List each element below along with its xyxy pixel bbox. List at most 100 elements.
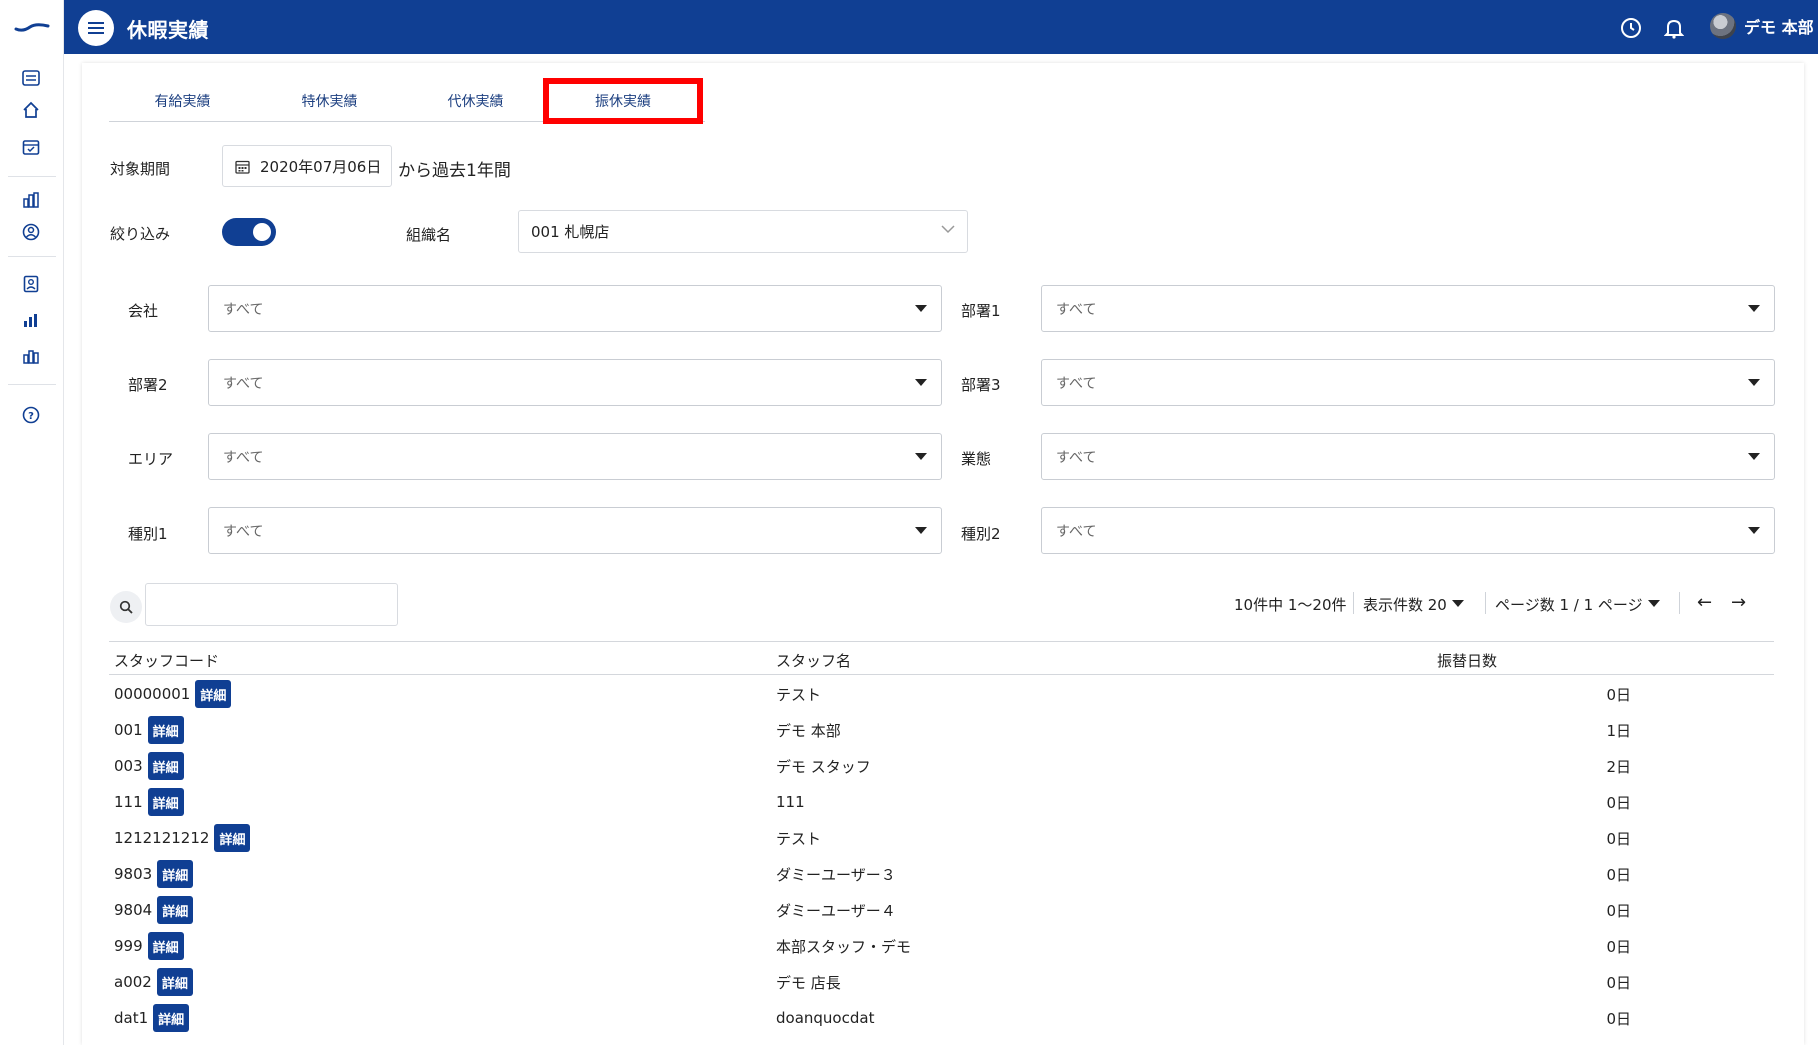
user-menu[interactable]: デモ 本部 bbox=[1710, 13, 1814, 39]
per-page-select[interactable]: 表示件数 20 bbox=[1363, 594, 1464, 615]
user-circle-icon[interactable] bbox=[10, 218, 52, 246]
hamburger-icon bbox=[88, 22, 104, 34]
dept2-select[interactable]: すべて bbox=[208, 359, 942, 406]
page-title: 休暇実績 bbox=[127, 18, 209, 42]
type1-select-value: すべて bbox=[223, 523, 264, 540]
staff-code: a002 bbox=[114, 973, 152, 991]
left-rail: ? bbox=[0, 0, 64, 1045]
caret-down-icon bbox=[915, 379, 927, 386]
tab-paid-leave[interactable]: 有給実績 bbox=[109, 80, 256, 122]
home-icon[interactable] bbox=[10, 96, 52, 124]
tab-substitute-leave[interactable]: 振休実績 bbox=[543, 78, 703, 124]
dept1-select[interactable]: すべて bbox=[1041, 285, 1775, 332]
logo[interactable] bbox=[0, 0, 64, 54]
business-type-select-value: すべて bbox=[1056, 449, 1097, 466]
filter-label-type1: 種別1 bbox=[128, 525, 168, 543]
calendar-check-icon[interactable] bbox=[10, 133, 52, 161]
pager-divider bbox=[1485, 592, 1486, 614]
list-icon[interactable] bbox=[10, 64, 52, 92]
clock-icon[interactable] bbox=[1618, 15, 1644, 41]
type2-select[interactable]: すべて bbox=[1041, 507, 1775, 554]
dept3-select-value: すべて bbox=[1056, 375, 1097, 392]
staff-code: 001 bbox=[114, 721, 143, 739]
detail-button[interactable]: 詳細 bbox=[157, 896, 194, 924]
detail-button[interactable]: 詳細 bbox=[157, 860, 194, 888]
narrow-label: 絞り込み bbox=[110, 225, 171, 243]
table-header: スタッフコード スタッフ名 振替日数 bbox=[109, 641, 1774, 675]
staff-name: 111 bbox=[776, 793, 805, 811]
detail-button[interactable]: 詳細 bbox=[147, 752, 184, 780]
help-icon[interactable]: ? bbox=[10, 401, 52, 429]
date-picker[interactable]: 2020年07月06日 bbox=[222, 145, 392, 187]
substitute-days: 1日 bbox=[1606, 721, 1631, 740]
filter-label-area: エリア bbox=[128, 450, 174, 468]
filter-label-dept1: 部署1 bbox=[961, 302, 1001, 320]
dept2-select-value: すべて bbox=[223, 375, 264, 392]
staff-code: 111 bbox=[114, 793, 143, 811]
substitute-days: 2日 bbox=[1606, 757, 1631, 776]
page-select[interactable]: ページ数 1 / 1 ページ bbox=[1495, 594, 1660, 615]
staff-code: 9804 bbox=[114, 901, 153, 919]
period-label: 対象期間 bbox=[110, 160, 171, 178]
staff-name: テスト bbox=[776, 685, 822, 704]
narrow-toggle[interactable] bbox=[222, 218, 276, 246]
tab-special-leave[interactable]: 特休実績 bbox=[256, 80, 403, 122]
id-badge-icon[interactable] bbox=[10, 270, 52, 298]
org-label: 組織名 bbox=[406, 226, 452, 244]
staff-name: 本部スタッフ・デモ bbox=[776, 937, 912, 956]
detail-button[interactable]: 詳細 bbox=[147, 932, 184, 960]
business-type-select[interactable]: すべて bbox=[1041, 433, 1775, 480]
filter-label-dept3: 部署3 bbox=[961, 376, 1001, 394]
dept3-select[interactable]: すべて bbox=[1041, 359, 1775, 406]
type1-select[interactable]: すべて bbox=[208, 507, 942, 554]
caret-down-icon bbox=[915, 305, 927, 312]
detail-button[interactable]: 詳細 bbox=[156, 968, 193, 996]
table-row: 999 詳細 本部スタッフ・デモ 0日 bbox=[109, 928, 1774, 964]
search-input[interactable] bbox=[145, 583, 398, 626]
caret-down-icon bbox=[1748, 527, 1760, 534]
filter-label-dept2: 部署2 bbox=[128, 376, 168, 394]
staff-name: ダミーユーザー３ bbox=[776, 865, 896, 884]
org-select[interactable]: 001 札幌店 bbox=[518, 210, 968, 253]
report-icon[interactable] bbox=[10, 342, 52, 370]
substitute-days: 0日 bbox=[1606, 865, 1631, 884]
staff-name: テスト bbox=[776, 829, 822, 848]
detail-button[interactable]: 詳細 bbox=[214, 824, 251, 852]
table-row: 9803 詳細 ダミーユーザー３ 0日 bbox=[109, 856, 1774, 892]
calendar-icon bbox=[235, 160, 250, 174]
search-icon[interactable] bbox=[110, 591, 142, 623]
bell-icon[interactable] bbox=[1661, 15, 1687, 41]
detail-button[interactable]: 詳細 bbox=[195, 680, 232, 708]
per-page-value: 表示件数 20 bbox=[1363, 596, 1447, 614]
caret-down-icon bbox=[915, 453, 927, 460]
table-row: 001 詳細 デモ 本部 1日 bbox=[109, 712, 1774, 748]
next-page-button[interactable]: → bbox=[1731, 592, 1746, 613]
table-row: 111 詳細 111 0日 bbox=[109, 784, 1774, 820]
org-value: 001 札幌店 bbox=[531, 223, 610, 241]
bar-chart-icon[interactable] bbox=[10, 306, 52, 334]
staff-code: 1212121212 bbox=[114, 829, 210, 847]
building-chart-icon[interactable] bbox=[10, 186, 52, 214]
detail-button[interactable]: 詳細 bbox=[147, 716, 184, 744]
staff-code: 9803 bbox=[114, 865, 153, 883]
area-select-value: すべて bbox=[223, 449, 264, 466]
company-select-value: すべて bbox=[223, 301, 264, 318]
tab-compensatory-leave[interactable]: 代休実績 bbox=[402, 80, 549, 122]
caret-down-icon bbox=[1647, 600, 1660, 607]
caret-down-icon bbox=[1451, 600, 1464, 607]
table-row: a002 詳細 デモ 店長 0日 bbox=[109, 964, 1774, 1000]
menu-button[interactable] bbox=[78, 10, 114, 46]
area-select[interactable]: すべて bbox=[208, 433, 942, 480]
column-header-days: 振替日数 bbox=[1437, 652, 1498, 670]
detail-button[interactable]: 詳細 bbox=[153, 1004, 190, 1032]
tab-bar: 有給実績 特休実績 代休実績 振休実績 bbox=[109, 78, 705, 124]
rail-divider bbox=[8, 256, 56, 257]
prev-page-button[interactable]: ← bbox=[1697, 592, 1712, 613]
detail-button[interactable]: 詳細 bbox=[147, 788, 184, 816]
table-row: 003 詳細 デモ スタッフ 2日 bbox=[109, 748, 1774, 784]
pager-divider bbox=[1679, 592, 1680, 614]
company-select[interactable]: すべて bbox=[208, 285, 942, 332]
type2-select-value: すべて bbox=[1056, 523, 1097, 540]
caret-down-icon bbox=[1748, 305, 1760, 312]
svg-text:?: ? bbox=[28, 411, 34, 422]
